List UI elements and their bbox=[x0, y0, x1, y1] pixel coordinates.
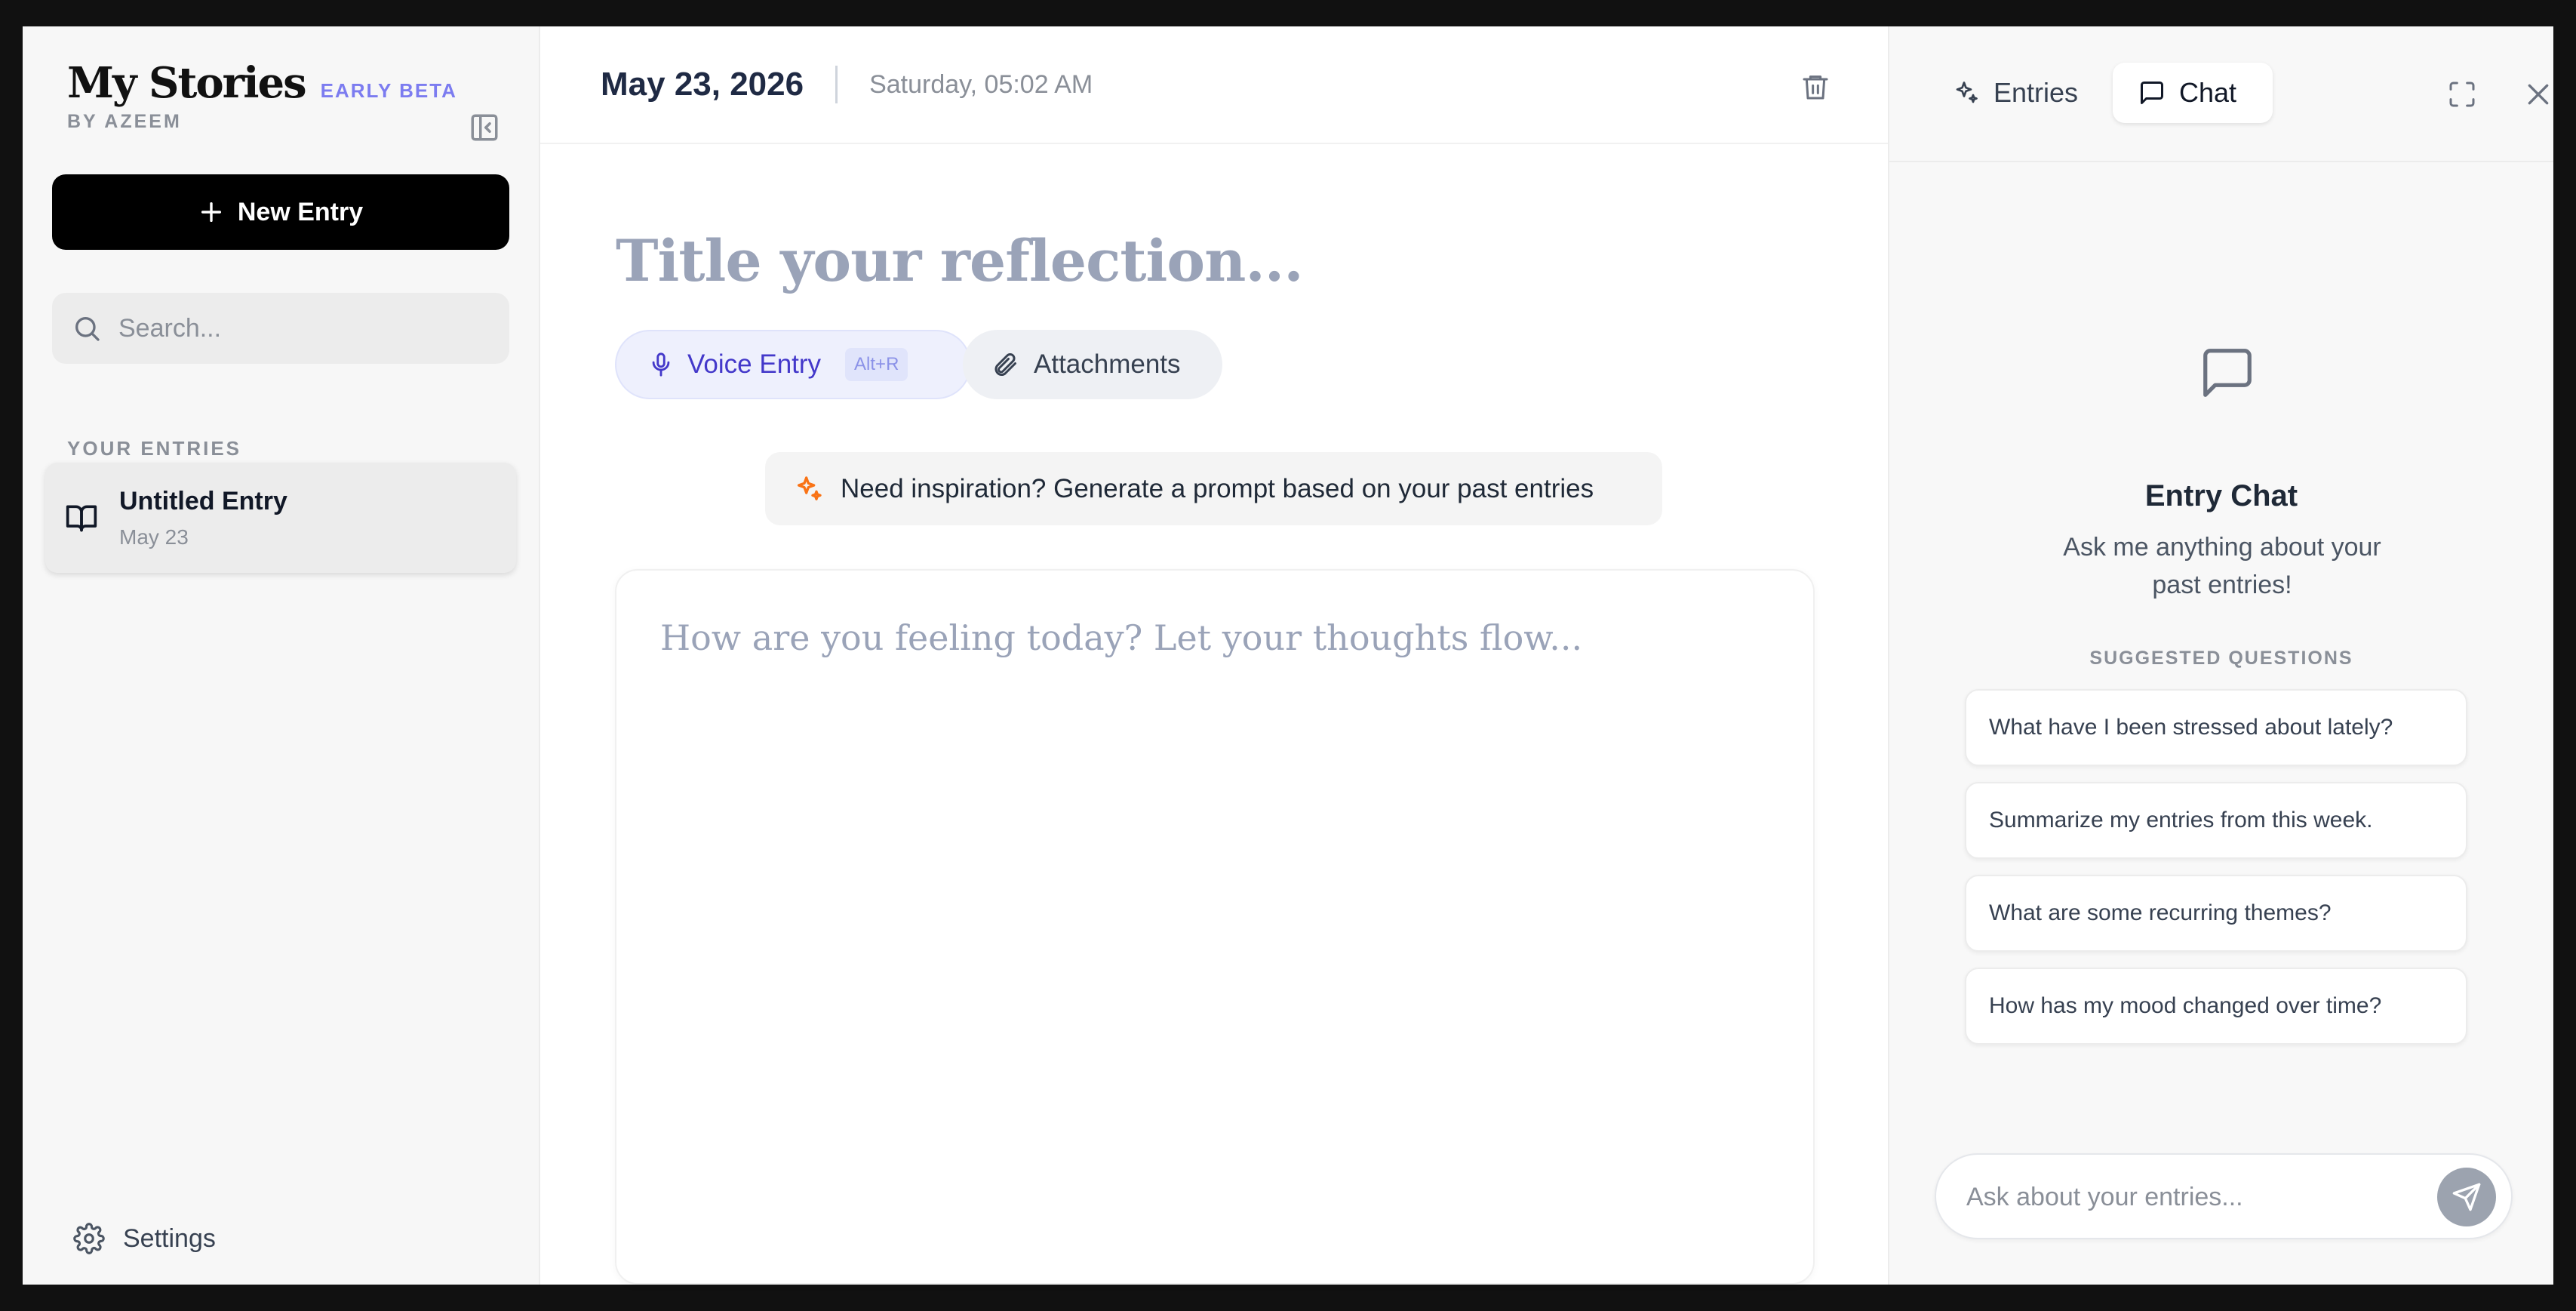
close-panel-button[interactable] bbox=[2516, 72, 2553, 117]
beta-badge: EARLY BETA bbox=[320, 79, 457, 102]
entry-body-textarea[interactable] bbox=[660, 617, 1777, 1221]
voice-shortcut-badge: Alt+R bbox=[845, 348, 908, 381]
settings-label: Settings bbox=[123, 1223, 216, 1253]
tab-entries-label: Entries bbox=[1993, 77, 2079, 108]
suggested-question[interactable]: What are some recurring themes? bbox=[1965, 875, 2467, 952]
gear-icon bbox=[73, 1223, 105, 1254]
inspiration-prompt-button[interactable]: Need inspiration? Generate a prompt base… bbox=[765, 452, 1662, 525]
chat-empty-subtitle: Ask me anything about your past entries! bbox=[2063, 533, 2381, 599]
send-button[interactable] bbox=[2437, 1168, 2496, 1226]
sparkles-icon bbox=[798, 475, 822, 500]
close-icon bbox=[2528, 84, 2549, 105]
new-entry-button[interactable]: New Entry bbox=[52, 174, 509, 250]
sidebar: My Stories EARLY BETA BY AZEEM New Entry… bbox=[23, 26, 540, 1285]
brand: My Stories EARLY BETA BY AZEEM bbox=[67, 58, 457, 133]
header-divider bbox=[835, 66, 838, 103]
panel-header: Entries Chat bbox=[1889, 26, 2553, 162]
trash-icon bbox=[1803, 75, 1828, 100]
suggested-question[interactable]: What have I been stressed about lately? bbox=[1965, 689, 2467, 766]
tab-chat-label: Chat bbox=[2179, 77, 2237, 108]
suggested-question[interactable]: How has my mood changed over time? bbox=[1965, 968, 2467, 1045]
new-entry-label: New Entry bbox=[237, 197, 364, 226]
settings-button[interactable]: Settings bbox=[73, 1223, 216, 1254]
collapse-sidebar-button[interactable] bbox=[462, 105, 507, 150]
plus-icon bbox=[201, 202, 221, 223]
entries-section-label: YOUR ENTRIES bbox=[67, 437, 242, 460]
voice-entry-label: Voice Entry bbox=[687, 349, 822, 379]
chat-bubble-icon bbox=[2141, 82, 2163, 104]
attachments-label: Attachments bbox=[1034, 349, 1181, 379]
maximize-icon bbox=[2449, 82, 2475, 107]
search-input[interactable] bbox=[118, 313, 481, 343]
sparkles-icon bbox=[1956, 82, 1978, 103]
paperclip-icon bbox=[994, 352, 1016, 376]
expand-panel-button[interactable] bbox=[2439, 72, 2485, 117]
entry-header: May 23, 2026 Saturday, 05:02 AM bbox=[540, 26, 1888, 144]
brand-byline: BY AZEEM bbox=[67, 111, 182, 132]
editor-card bbox=[615, 569, 1815, 1285]
search-box bbox=[52, 293, 509, 364]
sidebar-collapse-icon bbox=[471, 114, 498, 141]
tab-entries[interactable]: Entries bbox=[1935, 63, 2093, 123]
chat-input[interactable] bbox=[1966, 1176, 2419, 1218]
chat-panel: Entries Chat Entry Chat Ask me anything … bbox=[1888, 26, 2553, 1285]
entry-day-time: Saturday, 05:02 AM bbox=[869, 69, 1093, 99]
voice-entry-button[interactable]: Voice Entry Alt+R bbox=[615, 330, 971, 399]
send-icon bbox=[2452, 1183, 2481, 1211]
inspiration-label: Need inspiration? Generate a prompt base… bbox=[841, 473, 1594, 503]
entry-date: May 23 bbox=[119, 525, 189, 549]
chat-empty-icon bbox=[2198, 343, 2257, 406]
chat-input-box bbox=[1935, 1153, 2513, 1239]
suggested-questions-label: SUGGESTED QUESTIONS bbox=[2089, 648, 2353, 669]
microphone-icon bbox=[652, 352, 670, 377]
open-book-icon bbox=[66, 505, 97, 532]
brand-title: My Stories bbox=[67, 58, 307, 108]
entry-title-input[interactable] bbox=[616, 227, 1748, 294]
chat-empty-title: Entry Chat bbox=[2144, 479, 2298, 512]
suggested-question[interactable]: Summarize my entries from this week. bbox=[1965, 782, 2467, 859]
attachments-button[interactable]: Attachments bbox=[963, 330, 1222, 399]
entry-list-item[interactable]: Untitled Entry May 23 bbox=[45, 463, 516, 573]
entry-date-heading: May 23, 2026 bbox=[601, 66, 804, 103]
tab-chat[interactable]: Chat bbox=[2113, 63, 2273, 123]
search-icon bbox=[75, 317, 100, 341]
delete-entry-button[interactable] bbox=[1793, 64, 1838, 109]
entry-title: Untitled Entry bbox=[119, 486, 287, 515]
